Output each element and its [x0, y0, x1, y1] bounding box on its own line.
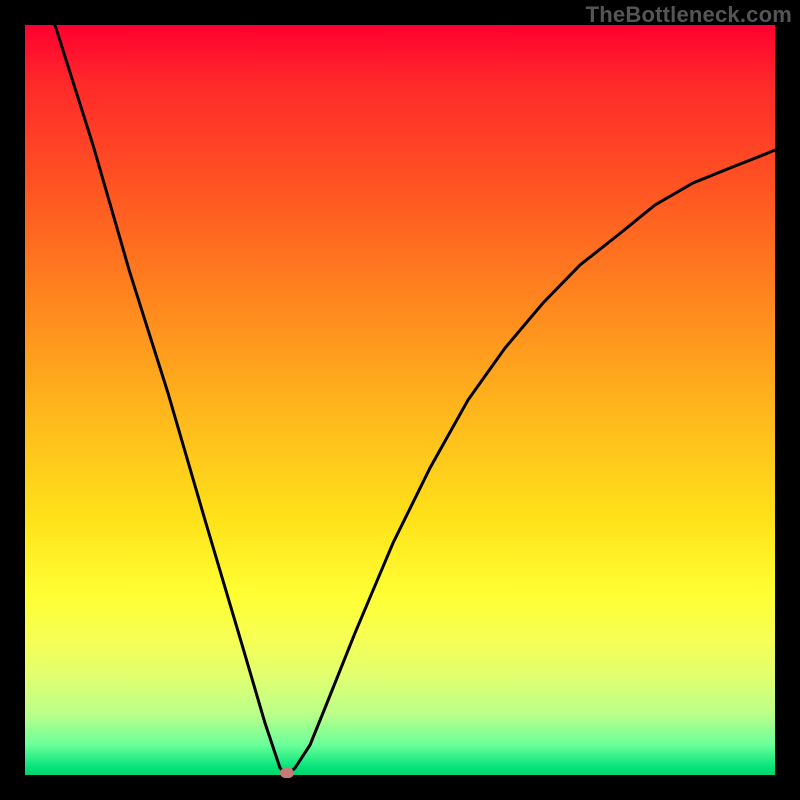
chart-frame: TheBottleneck.com	[0, 0, 800, 800]
watermark-text: TheBottleneck.com	[586, 2, 792, 28]
plot-area	[25, 25, 775, 775]
curve-path	[55, 25, 775, 775]
bottleneck-curve	[25, 25, 775, 775]
optimal-point-marker	[280, 768, 294, 778]
